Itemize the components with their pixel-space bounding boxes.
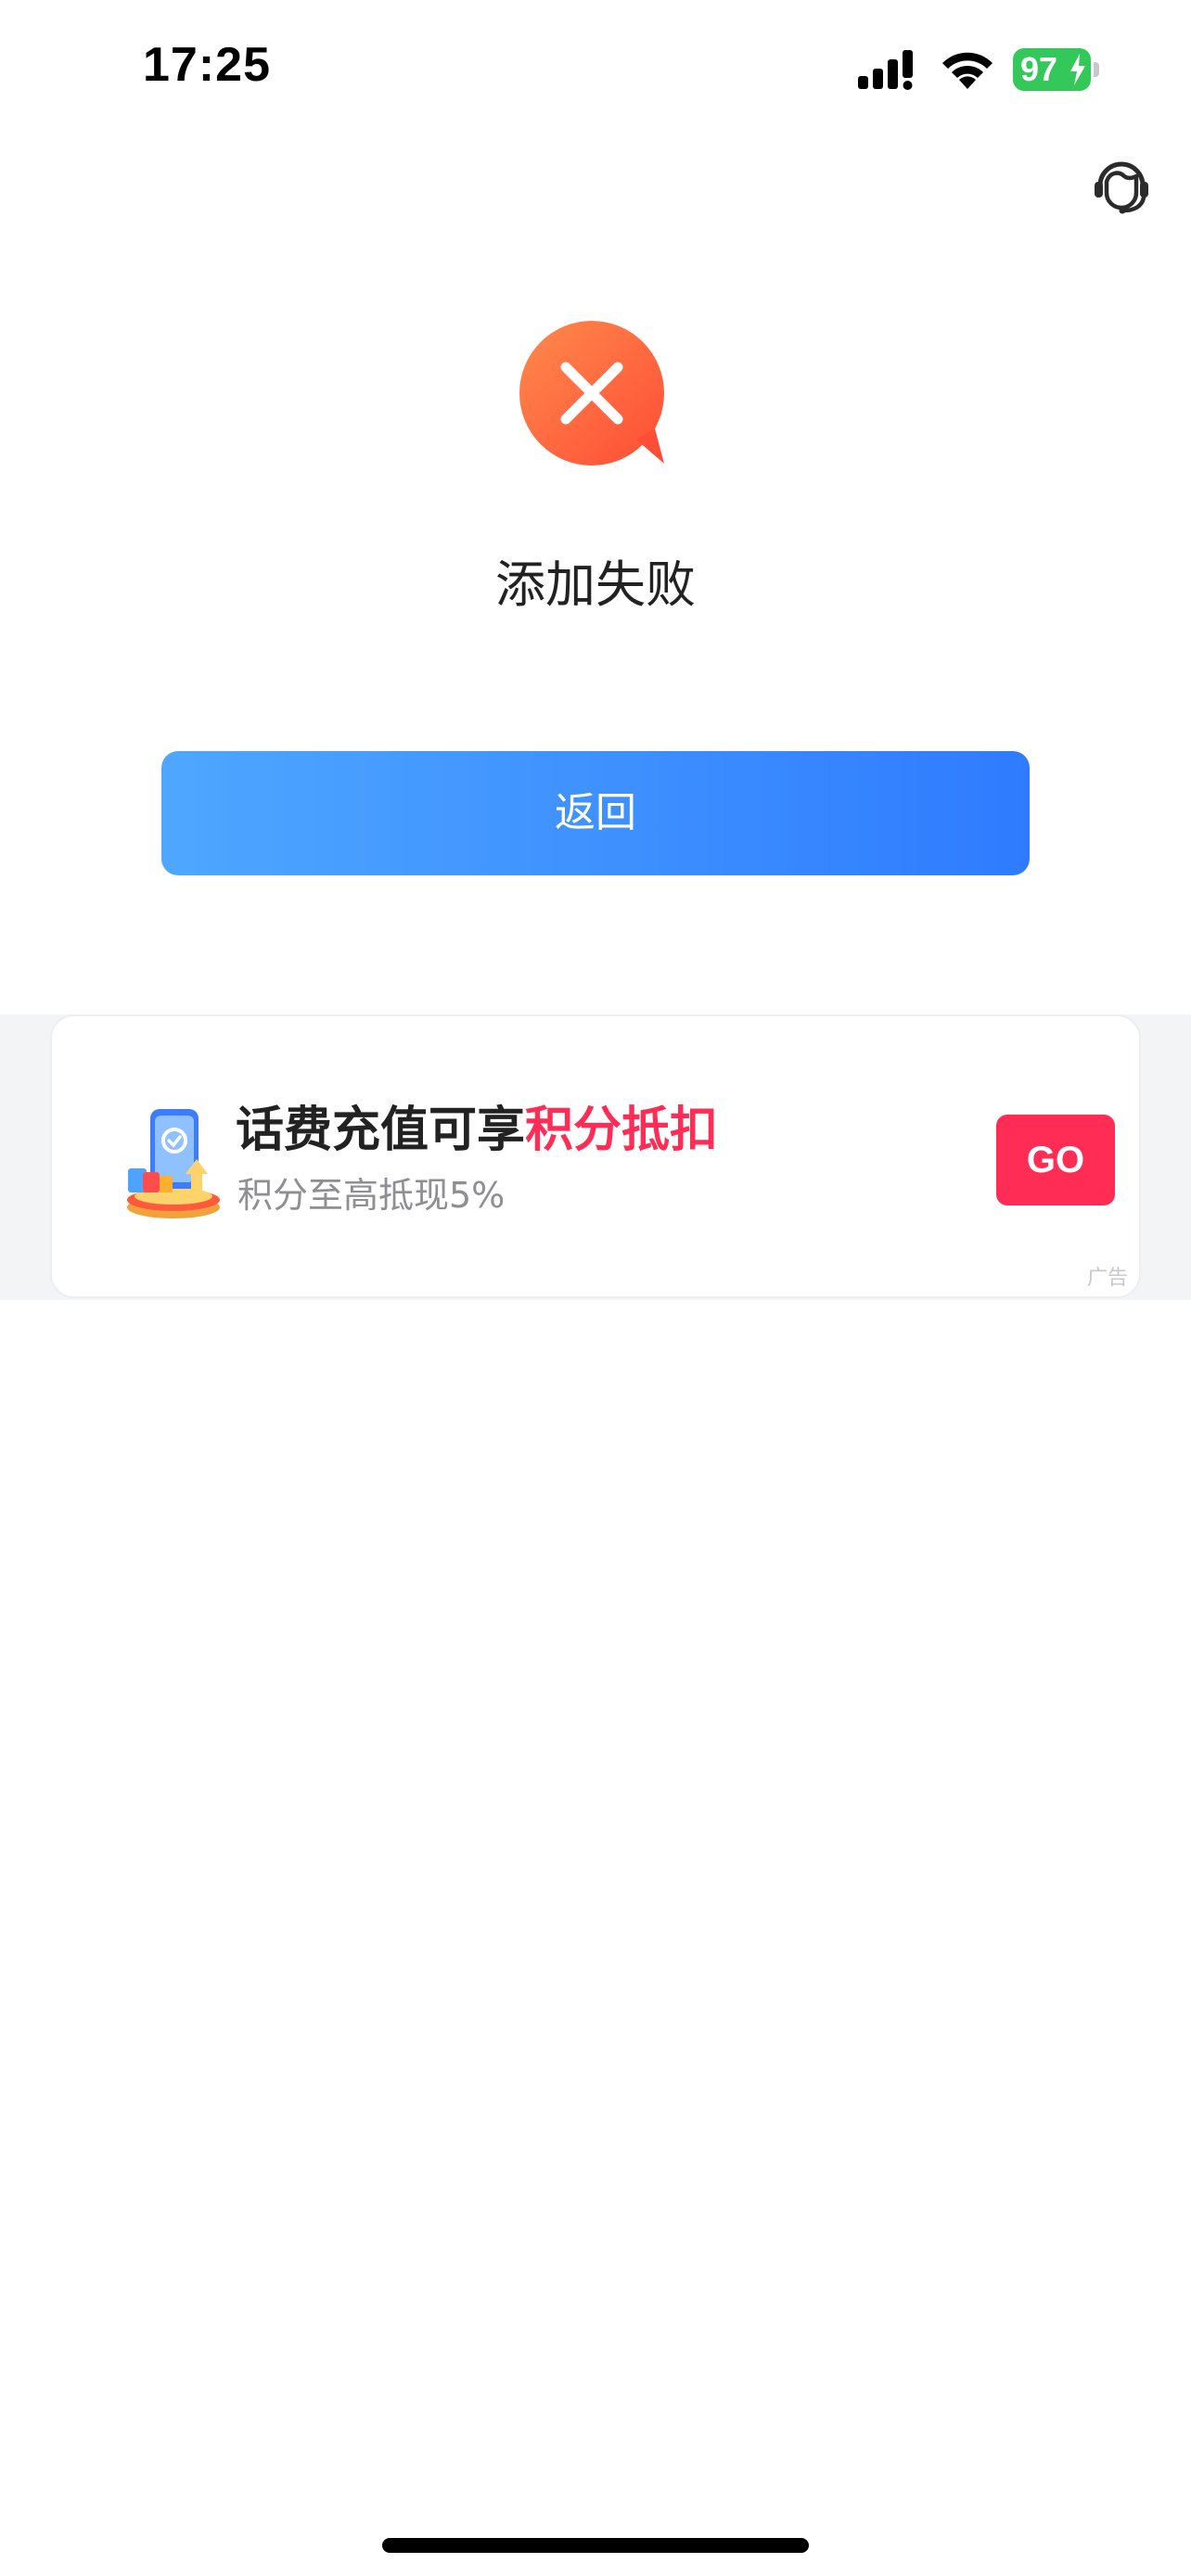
battery-tip [1094,62,1099,77]
status-time: 17:25 [143,38,271,92]
battery-body: 97 [1013,48,1091,91]
status-bar: 17:25 97 [0,0,1191,139]
ad-section: 话费充值可享积分抵扣 积分至高抵现5% GO 广告 [0,1014,1191,1300]
battery-level: 97 [1020,50,1058,88]
go-button[interactable]: GO [996,1115,1115,1205]
result-title: 添加失败 [495,555,696,614]
ad-badge: 广告 [1086,1267,1128,1290]
ad-card[interactable]: 话费充值可享积分抵扣 积分至高抵现5% GO 广告 [50,1014,1141,1298]
back-button[interactable]: 返回 [161,751,1030,875]
wifi-icon [942,52,992,89]
customer-service-icon[interactable] [1091,154,1152,215]
error-x-icon [519,321,664,465]
battery-icon: 97 [1013,48,1100,91]
ad-subtitle: 积分至高抵现5% [237,1175,506,1216]
ad-title: 话费充值可享积分抵扣 [236,1098,718,1163]
charging-bolt-icon [1070,54,1085,85]
home-indicator[interactable] [382,2538,809,2553]
phone-recharge-promo-icon [127,1109,220,1218]
ad-title-prefix: 话费充值可享 [236,1103,526,1158]
signal-icon [858,50,913,90]
ad-title-highlight: 积分抵扣 [525,1103,719,1158]
